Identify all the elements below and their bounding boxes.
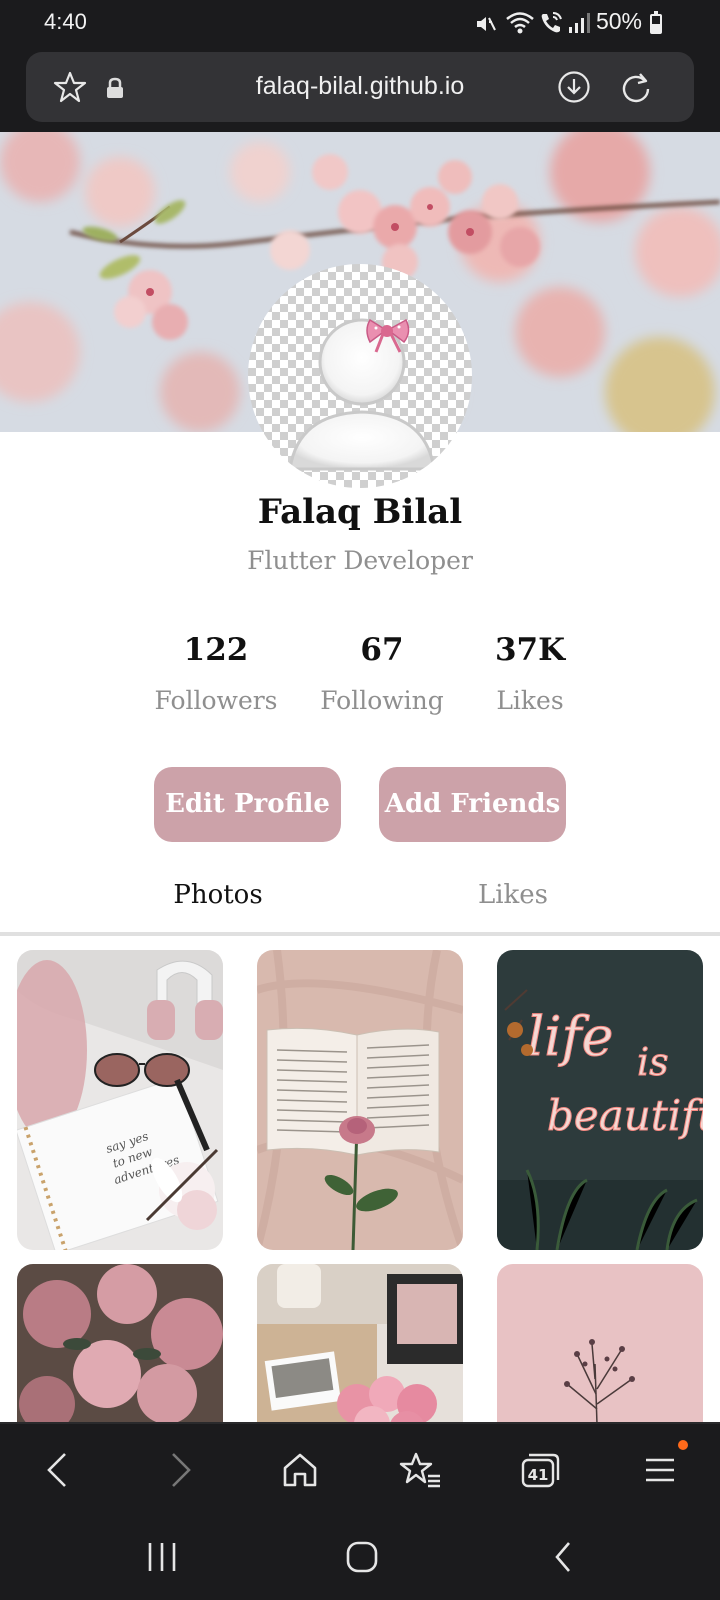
stat-likes[interactable]: 37K Likes (450, 632, 610, 715)
stat-label: Followers (154, 686, 278, 715)
stat-following[interactable]: 67 Following (302, 632, 462, 715)
tab-divider (0, 932, 720, 936)
neon-sign-line1: life (527, 1005, 613, 1068)
home-button-icon[interactable] (312, 1514, 412, 1600)
url-text[interactable]: falaq-bilal.github.io (26, 72, 694, 101)
recent-apps-icon[interactable] (112, 1514, 212, 1600)
system-navigation-bar (0, 1514, 720, 1600)
add-friends-button[interactable]: Add Friends (379, 767, 566, 842)
photo-item[interactable] (497, 1264, 703, 1422)
battery-percent: 50% (595, 8, 642, 34)
stat-value: 122 (183, 632, 249, 668)
download-icon[interactable] (556, 69, 592, 105)
forward-icon[interactable] (130, 1424, 230, 1516)
stat-label: Likes (496, 686, 564, 715)
system-back-icon[interactable] (514, 1514, 614, 1600)
mute-icon (477, 17, 496, 31)
wifi-calling-icon (541, 12, 562, 33)
back-icon[interactable] (8, 1424, 108, 1516)
bookmarks-icon[interactable] (370, 1424, 470, 1516)
profile-name: Falaq Bilal (257, 492, 463, 532)
status-bar: 4:40 50% (0, 0, 720, 48)
signal-icon (569, 13, 590, 33)
web-page: Falaq Bilal Flutter Developer 122 Follow… (0, 132, 720, 1422)
reload-icon[interactable] (618, 69, 654, 105)
neon-sign-line2: is (637, 1040, 669, 1084)
battery-icon (650, 11, 662, 34)
photo-item[interactable]: say yes to new adventures (17, 950, 223, 1250)
photo-item[interactable]: life is beautiful (497, 950, 703, 1250)
tabs-icon[interactable]: 41 (490, 1424, 590, 1516)
neon-sign-line3: beautiful (547, 1091, 703, 1140)
wifi-icon (506, 12, 534, 34)
menu-icon[interactable] (610, 1424, 710, 1516)
photo-item[interactable] (17, 1264, 223, 1422)
stat-value: 37K (494, 632, 566, 668)
photo-item[interactable] (257, 950, 463, 1250)
tab-likes[interactable]: Likes (413, 880, 613, 910)
stat-followers[interactable]: 122 Followers (136, 632, 296, 715)
avatar[interactable] (248, 264, 472, 488)
stat-label: Following (320, 686, 444, 715)
tabs-count: 41 (528, 1466, 549, 1484)
stat-value: 67 (360, 632, 404, 668)
browser-bottom-bar: 41 (0, 1422, 720, 1514)
profile-role: Flutter Developer (247, 546, 473, 575)
notification-dot (678, 1440, 688, 1450)
address-bar[interactable]: falaq-bilal.github.io (26, 52, 694, 122)
tab-photos[interactable]: Photos (118, 880, 318, 910)
photo-item[interactable] (257, 1264, 463, 1422)
status-time: 4:40 (44, 9, 87, 34)
edit-profile-button[interactable]: Edit Profile (154, 767, 341, 842)
home-icon[interactable] (250, 1424, 350, 1516)
browser-toolbar: falaq-bilal.github.io (0, 48, 720, 132)
